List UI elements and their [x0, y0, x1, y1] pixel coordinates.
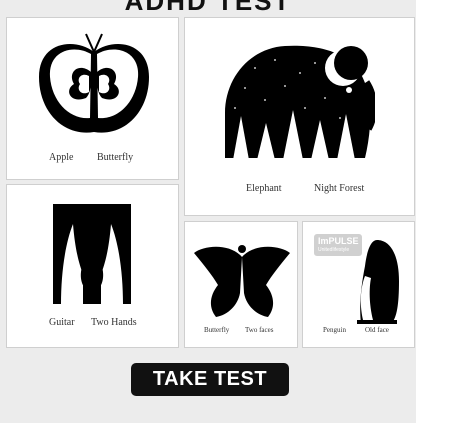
butterfly-faces-illustration — [194, 245, 290, 317]
caption-old-face: Old face — [365, 326, 389, 334]
caption-butterfly-2: Butterfly — [204, 326, 230, 334]
caption-two-faces: Two faces — [245, 326, 274, 334]
page-title: ADHD TEST — [124, 0, 292, 16]
watermark-badge: ImPULSE Unitedlifestyle — [314, 234, 362, 256]
caption-night-forest: Night Forest — [314, 183, 365, 194]
caption-elephant: Elephant — [246, 183, 282, 194]
illusion-card-apple-butterfly[interactable]: Apple Butterfly — [6, 17, 179, 180]
illusion-card-elephant-forest[interactable]: Elephant Night Forest — [184, 17, 415, 216]
caption-butterfly: Butterfly — [97, 152, 134, 163]
watermark-subtitle: Unitedlifestyle — [318, 247, 350, 253]
take-test-button[interactable]: TAKE TEST — [131, 363, 289, 396]
elephant-forest-illustration — [225, 45, 375, 160]
caption-guitar: Guitar — [49, 317, 75, 328]
guitar-hands-illustration — [53, 204, 131, 304]
apple-butterfly-illustration — [39, 33, 149, 133]
caption-penguin: Penguin — [323, 326, 346, 334]
caption-two-hands: Two Hands — [91, 317, 137, 328]
illusion-card-butterfly-faces[interactable]: Butterfly Two faces — [184, 221, 298, 348]
caption-apple: Apple — [49, 152, 74, 163]
watermark-title: ImPULSE — [318, 236, 359, 246]
illusion-card-guitar-hands[interactable]: Guitar Two Hands — [6, 184, 179, 348]
page-margin — [416, 0, 459, 423]
